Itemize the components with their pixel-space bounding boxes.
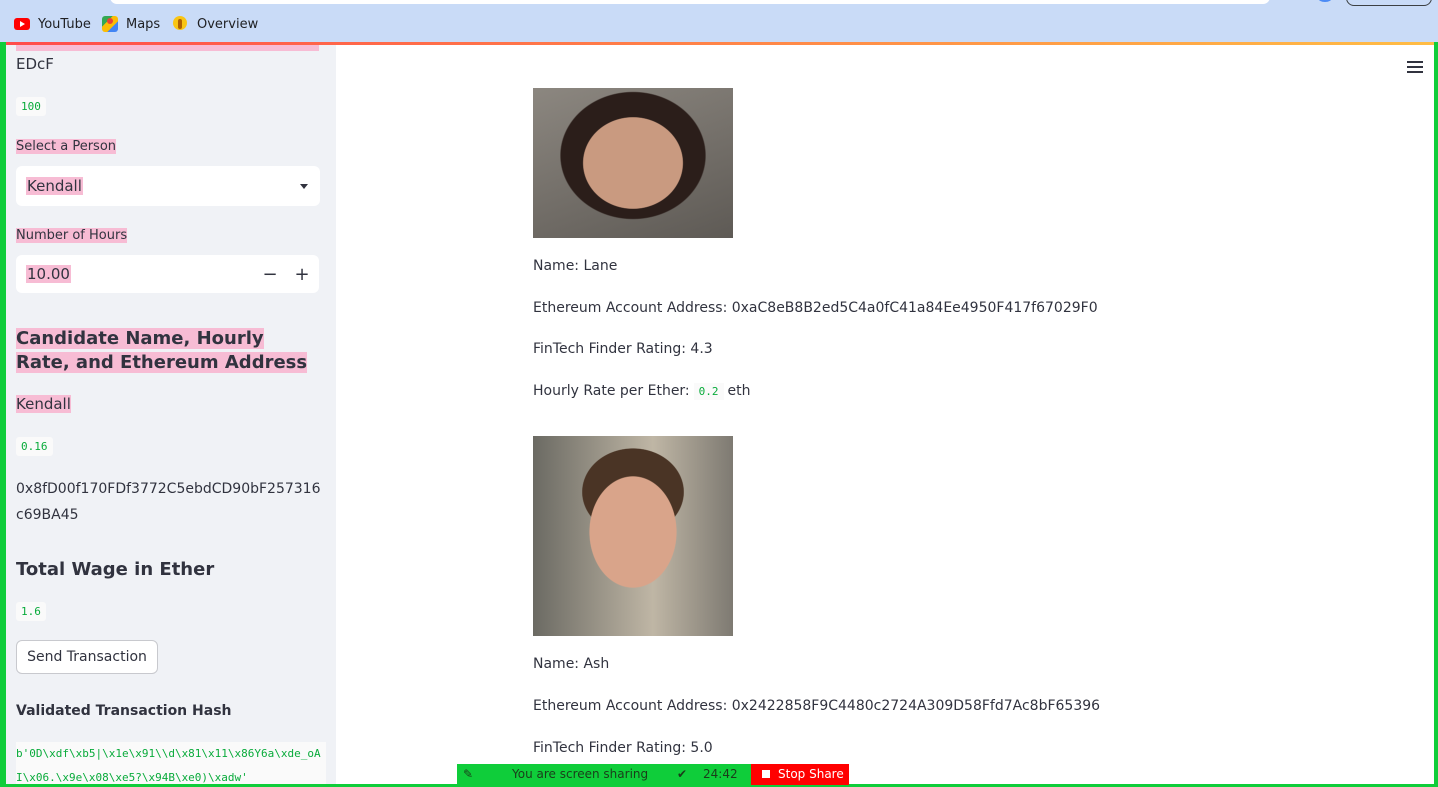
candidate-name: Kendall bbox=[16, 395, 71, 413]
bookmark-label: Maps bbox=[126, 16, 161, 32]
screen-share-bar: ✎ You are screen sharing ✔ 24:42 Stop Sh… bbox=[457, 764, 849, 785]
account-snippet: EDcF bbox=[16, 55, 54, 73]
candidate-address: 0x8fD00f170FDf3772C5ebdCD90bF257316c69BA… bbox=[16, 481, 321, 523]
bookmark-label: YouTube bbox=[38, 16, 91, 32]
hours-value: 10.00 bbox=[26, 265, 71, 283]
candidate-address: Ethereum Account Address: 0xaC8eB8B2ed5C… bbox=[533, 300, 1098, 316]
stop-icon bbox=[762, 770, 770, 778]
candidate-rate: 0.16 bbox=[16, 437, 53, 456]
bookmark-youtube[interactable]: YouTube bbox=[14, 16, 91, 32]
address-bar[interactable] bbox=[110, 0, 1270, 4]
chevron-down-icon bbox=[300, 184, 308, 189]
rate-label: Hourly Rate per Ether: bbox=[533, 383, 690, 399]
rate-unit: eth bbox=[727, 383, 751, 399]
highlight-strip bbox=[16, 45, 319, 51]
person-select[interactable]: Kendall bbox=[16, 166, 320, 206]
candidate-heading: Candidate Name, Hourly Rate, and Ethereu… bbox=[16, 328, 308, 373]
hours-label: Number of Hours bbox=[16, 228, 128, 243]
total-wage-value: 1.6 bbox=[16, 602, 46, 621]
selected-person: Kendall bbox=[26, 177, 83, 195]
bookmark-maps[interactable]: Maps bbox=[102, 16, 160, 32]
candidate-name: Name: Ash bbox=[533, 656, 610, 672]
bookmark-overview[interactable]: Overview bbox=[173, 16, 258, 32]
bookmark-label: Overview bbox=[197, 16, 259, 32]
hours-input[interactable]: 10.00 − + bbox=[16, 255, 319, 293]
candidate-rate-row: Hourly Rate per Ether: 0.2 eth bbox=[533, 383, 751, 400]
share-status: ✎ You are screen sharing ✔ 24:42 bbox=[457, 764, 751, 785]
share-frame-right bbox=[1434, 42, 1438, 787]
drag-handle-icon[interactable]: ✎ bbox=[463, 767, 473, 781]
sidebar: EDcF 100 Select a Person Kendall Number … bbox=[6, 45, 336, 787]
select-person-label: Select a Person bbox=[16, 139, 117, 154]
share-timer: 24:42 bbox=[703, 767, 738, 781]
balance-value: 100 bbox=[16, 97, 46, 116]
tx-hash-value: b'0D\xdf\xb5|\x1e\x91\\d\x81\x11\x86Y6a\… bbox=[16, 742, 326, 787]
candidate-address: Ethereum Account Address: 0x2422858F9C44… bbox=[533, 698, 1101, 714]
candidate-rating: FinTech Finder Rating: 5.0 bbox=[533, 740, 713, 756]
share-message: You are screen sharing bbox=[512, 767, 649, 781]
overview-icon bbox=[173, 16, 189, 32]
stop-share-label: Stop Share bbox=[778, 767, 844, 781]
bookmarks-bar: YouTube Maps Overview bbox=[0, 0, 1438, 42]
send-transaction-button[interactable]: Send Transaction bbox=[16, 640, 158, 674]
share-frame-left bbox=[0, 42, 6, 787]
browser-button[interactable] bbox=[1346, 0, 1432, 6]
hamburger-menu-icon[interactable] bbox=[1407, 61, 1423, 73]
candidate-photo bbox=[533, 436, 733, 636]
total-wage-heading: Total Wage in Ether bbox=[16, 559, 215, 580]
increment-button[interactable]: + bbox=[286, 255, 318, 293]
rate-value: 0.2 bbox=[693, 383, 724, 400]
main-content: Name: Lane Ethereum Account Address: 0xa… bbox=[336, 45, 1436, 787]
youtube-icon bbox=[14, 16, 30, 32]
candidate-photo bbox=[533, 88, 733, 238]
stop-share-button[interactable]: Stop Share bbox=[751, 764, 849, 785]
decrement-button[interactable]: − bbox=[254, 255, 286, 293]
maps-icon bbox=[102, 16, 118, 32]
candidate-rating: FinTech Finder Rating: 4.3 bbox=[533, 341, 713, 357]
candidate-name: Name: Lane bbox=[533, 258, 618, 274]
profile-icon[interactable] bbox=[1318, 0, 1332, 2]
tx-hash-heading: Validated Transaction Hash bbox=[16, 703, 232, 719]
shield-check-icon: ✔ bbox=[677, 767, 688, 781]
